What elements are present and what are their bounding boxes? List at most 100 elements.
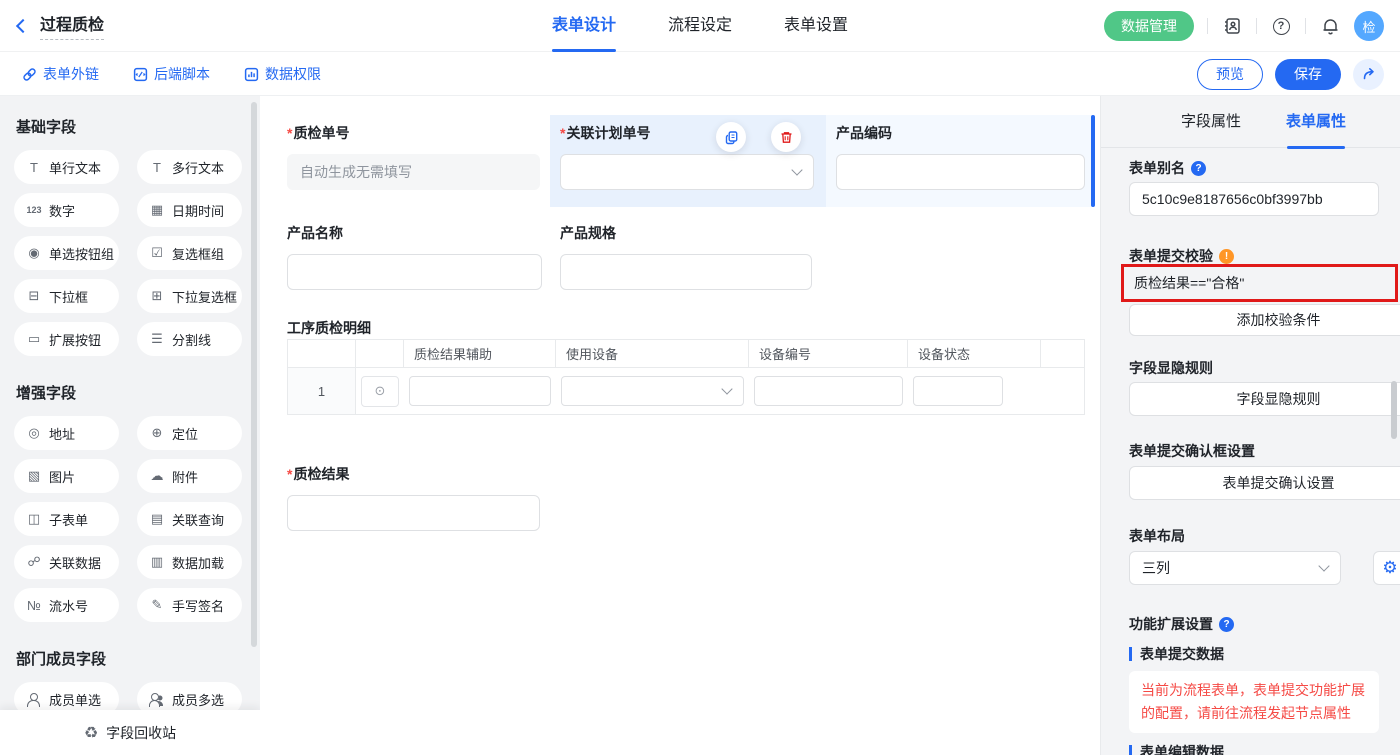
avatar[interactable]: 检 <box>1354 11 1384 41</box>
plan-no-select[interactable] <box>560 154 814 190</box>
field-type-label: 子表单 <box>49 510 88 529</box>
field-product-spec[interactable]: 产品规格 <box>560 223 812 290</box>
field-type-label: 单行文本 <box>49 158 101 177</box>
tab-flow-setting[interactable]: 流程设定 <box>668 0 732 52</box>
product-spec-input[interactable] <box>560 254 812 290</box>
field-type-pill[interactable]: T单行文本 <box>14 150 119 184</box>
field-product-name[interactable]: 产品名称 <box>287 223 542 290</box>
properties-panel: 字段属性 表单属性 表单别名 ? 5c10c9e8187656c0bf3997b… <box>1100 96 1400 755</box>
gear-icon[interactable]: ⚙ <box>1373 551 1400 585</box>
form-layout-select[interactable]: 三列 <box>1129 551 1341 585</box>
form-layout-heading: 表单布局 <box>1129 526 1379 546</box>
field-type-pill[interactable]: ▤关联查询 <box>137 502 242 536</box>
help-badge-icon[interactable]: ? <box>1219 617 1234 632</box>
attachment-cloud-icon: ☁ <box>149 468 165 484</box>
field-type-pill[interactable]: 123数字 <box>14 193 119 227</box>
field-type-pill[interactable]: ⊟下拉框 <box>14 279 119 313</box>
field-inspection-result[interactable]: 质检结果 <box>287 464 540 531</box>
row-radio-icon[interactable]: ⊙ <box>361 376 399 407</box>
form-title[interactable]: 过程质检 <box>40 11 104 40</box>
contacts-icon[interactable] <box>1221 15 1243 37</box>
divider <box>1305 18 1306 34</box>
panel-scrollbar[interactable] <box>1391 381 1397 439</box>
user-multi-icon <box>149 692 165 706</box>
field-type-pill[interactable]: ⊞下拉复选框 <box>137 279 242 313</box>
field-type-pill[interactable]: ☁附件 <box>137 459 242 493</box>
field-type-pill[interactable]: ☰分割线 <box>137 322 242 356</box>
validation-condition-item[interactable]: 质检结果=="合格" <box>1134 273 1244 293</box>
form-external-link[interactable]: 表单外链 <box>22 64 99 84</box>
tab-field-properties[interactable]: 字段属性 <box>1156 96 1266 148</box>
field-type-label: 关联数据 <box>49 553 101 572</box>
device-code-input[interactable] <box>754 376 903 406</box>
tab-form-setting[interactable]: 表单设置 <box>784 0 848 52</box>
field-inspection-no[interactable]: 质检单号 自动生成无需填写 <box>287 123 540 190</box>
form-alias-input[interactable]: 5c10c9e8187656c0bf3997bb <box>1129 182 1379 216</box>
data-manage-button[interactable]: 数据管理 <box>1104 11 1194 41</box>
field-type-pill[interactable]: ▥数据加载 <box>137 545 242 579</box>
data-permission-link[interactable]: 数据权限 <box>244 64 321 84</box>
field-type-pill[interactable]: ◫子表单 <box>14 502 119 536</box>
product-name-input[interactable] <box>287 254 542 290</box>
back-icon[interactable] <box>16 18 30 32</box>
help-badge-icon[interactable]: ? <box>1191 161 1206 176</box>
field-type-pill[interactable]: ☑复选框组 <box>137 236 242 270</box>
form-alias-heading: 表单别名 ? <box>1129 158 1379 178</box>
share-arrow-icon[interactable] <box>1353 59 1384 90</box>
chevron-down-icon <box>791 164 802 175</box>
tab-form-properties[interactable]: 表单属性 <box>1261 96 1371 148</box>
field-type-pill[interactable]: ▧图片 <box>14 459 119 493</box>
field-type-pill[interactable]: ✎手写签名 <box>137 588 242 622</box>
submit-validation-heading: 表单提交校验 ! <box>1129 246 1379 266</box>
field-type-label: 单选按钮组 <box>49 244 114 263</box>
tab-form-design[interactable]: 表单设计 <box>552 0 616 52</box>
field-type-pill[interactable]: ▦日期时间 <box>137 193 242 227</box>
section-bar <box>1129 745 1132 755</box>
aux-result-input[interactable] <box>409 376 551 406</box>
calendar-icon: ▦ <box>149 202 165 218</box>
field-type-pill[interactable]: ☍关联数据 <box>14 545 119 579</box>
add-validation-button[interactable]: 添加校验条件 <box>1129 304 1400 336</box>
field-type-pill[interactable]: ◎地址 <box>14 416 119 450</box>
field-recycle-bin[interactable]: ♻ 字段回收站 <box>0 710 260 755</box>
top-bar: 过程质检 表单设计 流程设定 表单设置 数据管理 ? <box>0 0 1400 52</box>
subform-column-header: 使用设备 <box>556 340 749 367</box>
edit-data-subheading: 表单编辑数据 <box>1129 742 1379 755</box>
field-subform-title[interactable]: 工序质检明细 <box>287 318 371 338</box>
row-index: 1 <box>288 368 356 414</box>
device-select[interactable] <box>561 376 744 406</box>
save-button[interactable]: 保存 <box>1275 59 1341 90</box>
form-designer-app: 过程质检 表单设计 流程设定 表单设置 数据管理 ? <box>0 0 1400 755</box>
field-type-pill[interactable]: ▭扩展按钮 <box>14 322 119 356</box>
image-icon: ▧ <box>26 468 42 484</box>
field-type-label: 数据加载 <box>172 553 224 572</box>
field-product-code[interactable]: 产品编码 <box>836 123 1085 190</box>
bell-icon[interactable] <box>1319 15 1341 37</box>
subform-column-header <box>1041 340 1084 367</box>
backend-script-link[interactable]: 后端脚本 <box>133 64 210 84</box>
field-type-label: 成员单选 <box>49 690 101 709</box>
selected-field-resize-bar[interactable] <box>1091 115 1095 207</box>
field-type-pill[interactable]: ◉单选按钮组 <box>14 236 119 270</box>
user-single-icon <box>26 692 42 706</box>
warning-badge-icon[interactable]: ! <box>1219 249 1234 264</box>
trash-icon[interactable] <box>771 122 801 152</box>
field-type-pill[interactable]: T多行文本 <box>137 150 242 184</box>
device-status-input[interactable] <box>913 376 1003 406</box>
form-canvas: 质检单号 自动生成无需填写 关联计划单号 <box>260 96 1100 755</box>
submit-confirm-button[interactable]: 表单提交确认设置 <box>1129 466 1400 500</box>
inspection-no-input[interactable]: 自动生成无需填写 <box>287 154 540 190</box>
flow-form-notice: 当前为流程表单，表单提交功能扩展的配置，请前往流程发起节点属性 <box>1129 671 1379 733</box>
field-type-pill[interactable]: ⊕定位 <box>137 416 242 450</box>
field-type-pill[interactable]: №流水号 <box>14 588 119 622</box>
preview-button[interactable]: 预览 <box>1197 59 1263 90</box>
main-tabs: 表单设计 流程设定 表单设置 <box>552 0 848 52</box>
help-icon[interactable]: ? <box>1270 15 1292 37</box>
copy-icon[interactable] <box>716 122 746 152</box>
field-visibility-button[interactable]: 字段显隐规则 <box>1129 382 1400 416</box>
sidebar-scrollbar[interactable] <box>251 102 257 647</box>
subform-column-header: 质检结果辅助 <box>404 340 556 367</box>
subform-table: 质检结果辅助使用设备设备编号设备状态 1⊙ <box>287 339 1085 415</box>
inspection-result-input[interactable] <box>287 495 540 531</box>
product-code-input[interactable] <box>836 154 1085 190</box>
